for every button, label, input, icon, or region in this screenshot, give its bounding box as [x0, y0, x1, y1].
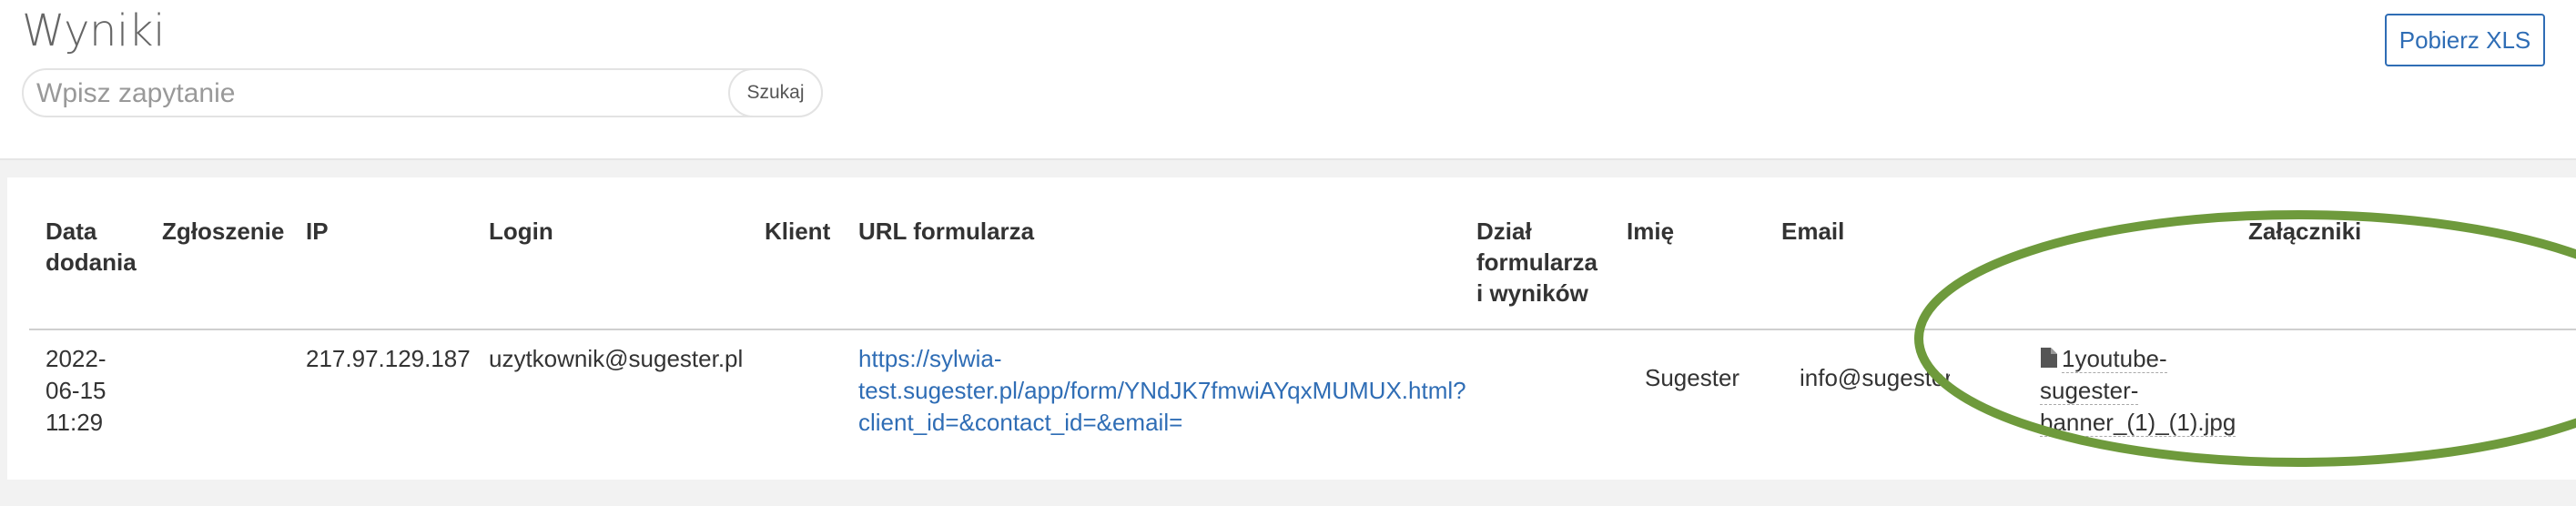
search-bar: Szukaj [22, 68, 823, 117]
header-divider [29, 329, 2576, 330]
row-email: info@sugester.pl [1800, 364, 1950, 391]
row-date: 2022- 06-15 11:29 [46, 345, 106, 436]
header-client[interactable]: Klient [765, 216, 830, 247]
header-attachments[interactable]: Załączniki [2248, 216, 2361, 247]
row-login: uzytkownik@sugester.pl [489, 345, 744, 372]
header-ticket[interactable]: Zgłoszenie [162, 216, 284, 247]
header-email[interactable]: Email [1781, 216, 1844, 247]
file-icon [2041, 348, 2057, 368]
header-name[interactable]: Imię [1627, 216, 1674, 247]
row-form-url-link[interactable]: https://sylwia- test.sugester.pl/app/for… [858, 343, 1466, 439]
row-name: Sugester [1645, 364, 1740, 391]
header-department[interactable]: Dział formularza i wyników [1476, 216, 1597, 309]
page-title: Wyniki [22, 5, 165, 56]
results-table: Data dodania Zgłoszenie IP Login Klient … [7, 177, 2576, 480]
row-ip: 217.97.129.187 [306, 345, 471, 372]
header-login[interactable]: Login [489, 216, 553, 247]
search-button[interactable]: Szukaj [728, 68, 823, 117]
search-input[interactable] [35, 70, 730, 117]
header-ip[interactable]: IP [306, 216, 329, 247]
header-form-url[interactable]: URL formularza [858, 216, 1034, 247]
header-date[interactable]: Data dodania [46, 216, 137, 278]
page-header: Wyniki Szukaj Pobierz XLS [0, 0, 2576, 160]
export-xls-button[interactable]: Pobierz XLS [2385, 14, 2545, 66]
attachment-link[interactable]: 1youtube- sugester- banner_(1)_(1).jpg [2040, 343, 2249, 439]
